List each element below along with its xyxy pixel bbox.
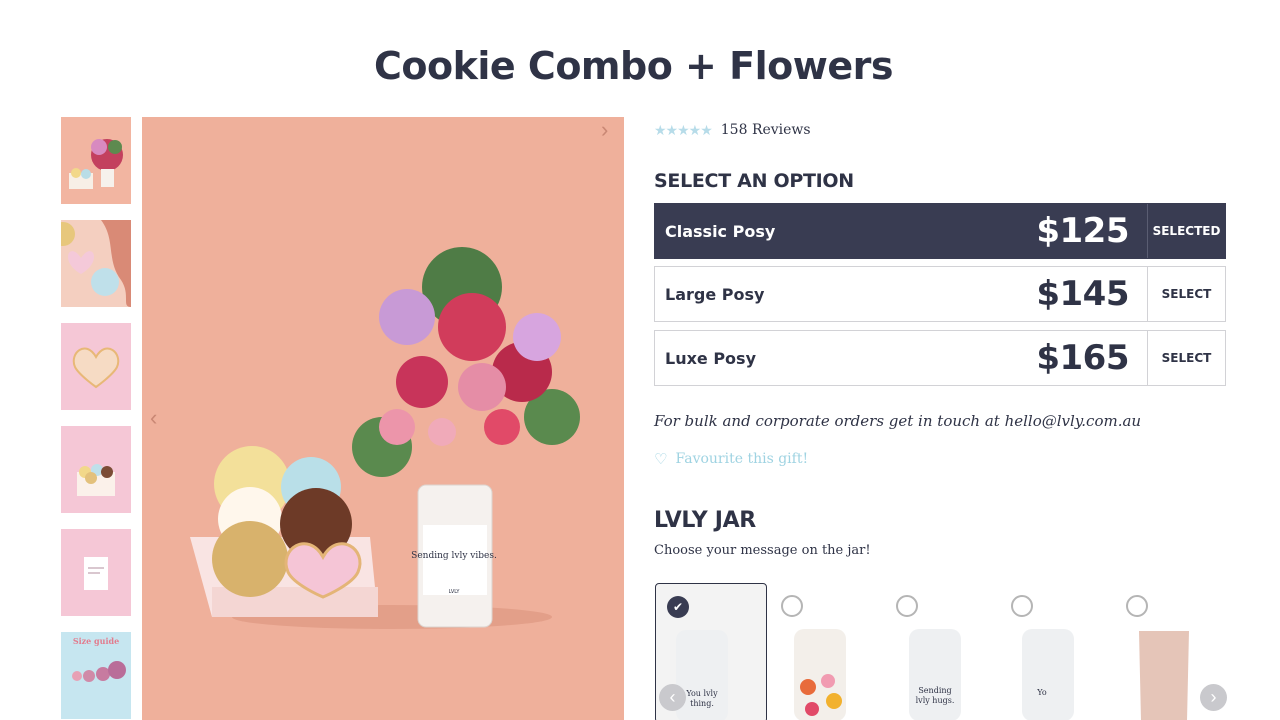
vase-image <box>1139 631 1189 720</box>
thumbnail-heart-cookie-image <box>61 323 131 410</box>
product-details: ★★★★★ 158 Reviews SELECT AN OPTION Class… <box>654 117 1227 720</box>
svg-text:Sending: Sending <box>918 686 951 695</box>
thumbnail-cookies-image <box>61 220 131 307</box>
option-name: Classic Posy <box>665 221 776 241</box>
jar-brand-text: LVLY <box>449 589 461 595</box>
radio-button <box>781 595 803 617</box>
thumbnail-3[interactable] <box>61 323 131 410</box>
jar-option-2[interactable] <box>770 583 882 720</box>
option-selected-button[interactable]: SELECTED <box>1147 204 1225 258</box>
heart-outline-icon: ♡ <box>654 450 668 468</box>
jar-option-4[interactable]: Yo <box>1000 583 1112 720</box>
jar-subheading: Choose your message on the jar! <box>654 543 871 558</box>
main-product-image: Sending lvly vibes. LVLY <box>142 117 624 720</box>
thumbnail-5[interactable] <box>61 529 131 616</box>
check-icon: ✔ <box>667 596 689 618</box>
option-select-button[interactable]: SELECT <box>1147 267 1225 321</box>
radio-button <box>1011 595 1033 617</box>
thumbnail-6[interactable]: Size guide <box>61 632 131 719</box>
svg-text:lvly hugs.: lvly hugs. <box>916 696 955 705</box>
thumbnail-card-image <box>61 529 131 616</box>
reviews-count[interactable]: 158 Reviews <box>721 122 811 138</box>
svg-text:thing.: thing. <box>690 699 714 708</box>
thumbnail-list: Size guide <box>61 117 131 720</box>
rating[interactable]: ★★★★★ 158 Reviews <box>654 117 1226 143</box>
select-option-heading: SELECT AN OPTION <box>654 170 854 192</box>
radio-button <box>896 595 918 617</box>
jar-prev-button[interactable]: ‹ <box>659 684 686 711</box>
jar-image: Yo <box>1022 629 1074 720</box>
option-large-posy[interactable]: Large Posy $145 SELECT <box>654 266 1226 322</box>
svg-text:You lvly: You lvly <box>685 689 718 698</box>
jar-next-button[interactable]: › <box>1200 684 1227 711</box>
jar-options: ✔ You lvly thing. Sending lvly hugs. Yo <box>654 583 1226 720</box>
size-guide-label: Size guide <box>73 636 119 646</box>
jar-image: Sending lvly hugs. <box>909 629 961 720</box>
page-title: Cookie Combo + Flowers <box>374 44 893 88</box>
favourite-button[interactable]: ♡ Favourite this gift! <box>654 450 808 468</box>
option-classic-posy[interactable]: Classic Posy $125 SELECTED <box>654 203 1226 259</box>
option-select-button[interactable]: SELECT <box>1147 331 1225 385</box>
jar-image-floral <box>794 629 846 720</box>
thumbnail-1[interactable] <box>61 117 131 204</box>
thumbnail-size-guide-image: Size guide <box>61 632 131 719</box>
jar-option-3[interactable]: Sending lvly hugs. <box>885 583 997 720</box>
option-name: Large Posy <box>665 284 765 304</box>
option-name: Luxe Posy <box>665 348 756 368</box>
jar-heading: LVLY JAR <box>654 508 756 533</box>
thumbnail-4[interactable] <box>61 426 131 513</box>
thumbnail-box-image <box>61 426 131 513</box>
option-price: $145 <box>1036 274 1129 314</box>
thumbnail-2[interactable] <box>61 220 131 307</box>
svg-text:Yo: Yo <box>1036 688 1047 697</box>
radio-button <box>1126 595 1148 617</box>
option-luxe-posy[interactable]: Luxe Posy $165 SELECT <box>654 330 1226 386</box>
gallery-prev-button[interactable]: ‹ <box>150 405 157 431</box>
bulk-order-note: For bulk and corporate orders get in tou… <box>654 412 1142 430</box>
option-price: $165 <box>1036 338 1129 378</box>
thumbnail-bouquet-image <box>61 117 131 204</box>
jar-message-text: Sending lvly vibes. <box>411 551 497 561</box>
favourite-label: Favourite this gift! <box>675 451 809 467</box>
option-price: $125 <box>1036 211 1129 251</box>
star-rating-icon: ★★★★★ <box>654 121 713 138</box>
